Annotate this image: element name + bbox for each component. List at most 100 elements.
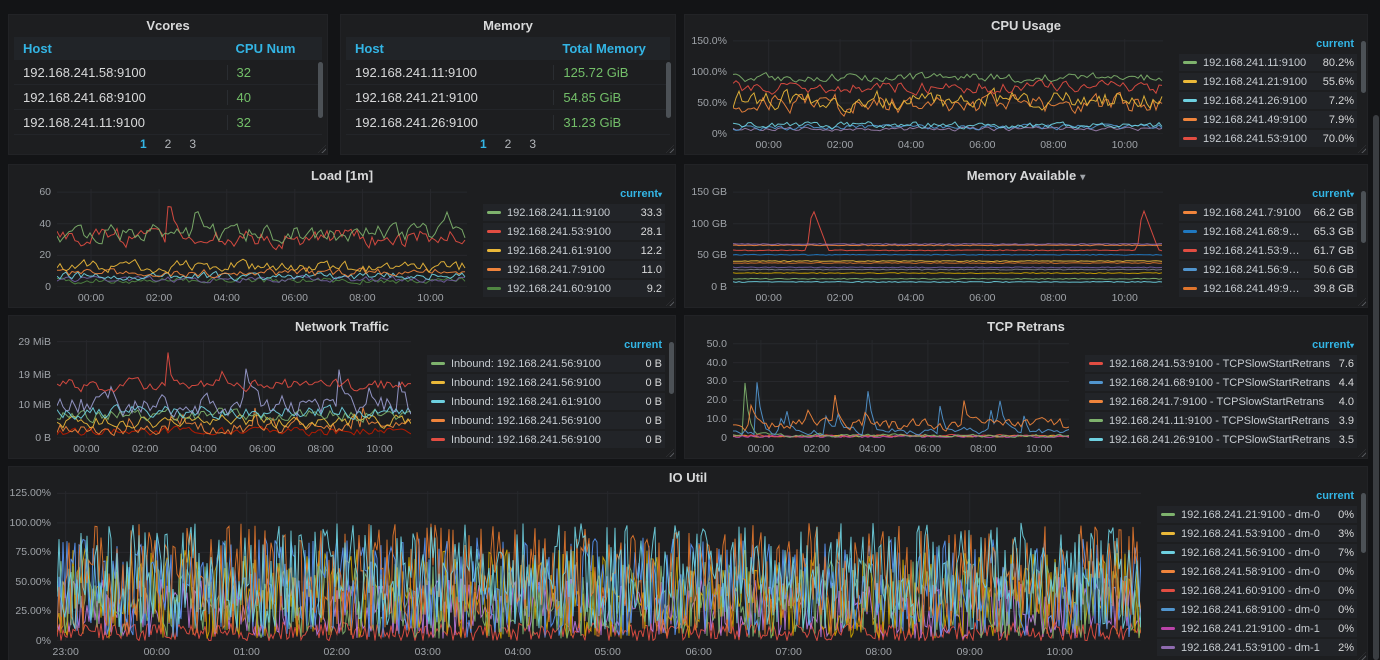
series-color-icon[interactable]: [431, 400, 445, 403]
legend-row[interactable]: 192.168.241.21:9100 - dm-00%: [1157, 506, 1357, 523]
panel-resize-handle[interactable]: [1358, 652, 1366, 660]
legend-row[interactable]: 192.168.241.58:9100 - dm-00%: [1157, 563, 1357, 580]
legend-row[interactable]: 192.168.241.53:9100 - TCPSlowStartRetran…: [1085, 355, 1357, 372]
chart-canvas[interactable]: [733, 39, 1163, 134]
legend-label[interactable]: 192.168.241.49:9100: [1203, 114, 1321, 126]
legend-row[interactable]: 192.168.241.49:91007.9%: [1179, 111, 1357, 128]
panel-resize-handle[interactable]: [666, 298, 674, 306]
series-color-icon[interactable]: [1161, 608, 1175, 611]
series-color-icon[interactable]: [431, 362, 445, 365]
legend-label[interactable]: 192.168.241.7:9100: [1203, 207, 1306, 219]
panel-title[interactable]: Vcores: [9, 15, 327, 35]
legend-row[interactable]: 192.168.241.53:910070.0%: [1179, 130, 1357, 147]
series-color-icon[interactable]: [1161, 513, 1175, 516]
legend-label[interactable]: 192.168.241.21:9100: [1203, 76, 1315, 88]
column-header-host[interactable]: Host: [346, 41, 553, 56]
series-color-icon[interactable]: [487, 249, 501, 252]
legend-label[interactable]: 192.168.241.11:9100 - TCPSlowStartRetran…: [1109, 415, 1331, 427]
legend-row[interactable]: Inbound: 192.168.241.56:91000 B: [427, 431, 665, 448]
page-button-1[interactable]: 1: [140, 137, 147, 151]
series-color-icon[interactable]: [1089, 362, 1103, 365]
series-color-icon[interactable]: [1183, 99, 1197, 102]
series-color-icon[interactable]: [1183, 287, 1197, 290]
legend-row[interactable]: Inbound: 192.168.241.56:91000 B: [427, 374, 665, 391]
legend-row[interactable]: 192.168.241.7:9100 - TCPSlowStartRetrans…: [1085, 393, 1357, 410]
panel-resize-handle[interactable]: [1358, 145, 1366, 153]
series-color-icon[interactable]: [1183, 80, 1197, 83]
series-color-icon[interactable]: [487, 268, 501, 271]
legend-scrollbar[interactable]: [1361, 493, 1366, 553]
legend-sort-header[interactable]: current▾: [483, 188, 665, 204]
legend-row[interactable]: 192.168.241.11:910033.3: [483, 204, 665, 221]
legend-row[interactable]: 192.168.241.68:910065.3 GB: [1179, 223, 1357, 240]
legend-row[interactable]: Inbound: 192.168.241.61:91000 B: [427, 393, 665, 410]
page-button-3[interactable]: 3: [529, 137, 536, 151]
legend-sort-header[interactable]: current: [427, 339, 665, 355]
legend-row[interactable]: 192.168.241.53:910028.1: [483, 223, 665, 240]
legend-label[interactable]: Inbound: 192.168.241.61:9100: [451, 396, 637, 408]
legend-label[interactable]: 192.168.241.7:9100 - TCPSlowStartRetrans: [1109, 396, 1331, 408]
legend-label[interactable]: 192.168.241.26:9100 - TCPSlowStartRetran…: [1109, 434, 1331, 446]
series-color-icon[interactable]: [1161, 551, 1175, 554]
column-header-cpu-num[interactable]: CPU Num: [227, 41, 322, 56]
legend-label[interactable]: 192.168.241.53:9100: [1203, 245, 1306, 257]
legend-label[interactable]: Inbound: 192.168.241.56:9100: [451, 358, 637, 370]
legend-row[interactable]: 192.168.241.21:910055.6%: [1179, 73, 1357, 90]
series-color-icon[interactable]: [1161, 570, 1175, 573]
legend-label[interactable]: Inbound: 192.168.241.56:9100: [451, 415, 637, 427]
series-color-icon[interactable]: [1183, 61, 1197, 64]
legend-label[interactable]: 192.168.241.60:9100: [507, 283, 639, 295]
series-color-icon[interactable]: [487, 230, 501, 233]
chart-plot[interactable]: [57, 491, 1141, 641]
legend-row[interactable]: 192.168.241.26:91007.2%: [1179, 92, 1357, 109]
chart-plot[interactable]: [57, 189, 467, 287]
panel-title[interactable]: Memory Available▾: [685, 165, 1367, 185]
legend-label[interactable]: 192.168.241.49:9100: [1203, 283, 1306, 295]
series-color-icon[interactable]: [1089, 419, 1103, 422]
chart-plot[interactable]: [733, 189, 1163, 287]
legend-label[interactable]: 192.168.241.26:9100: [1203, 95, 1321, 107]
legend-label[interactable]: 192.168.241.11:9100: [1203, 57, 1315, 69]
legend-scrollbar[interactable]: [1361, 191, 1366, 243]
legend-sort-header[interactable]: current: [1157, 490, 1357, 506]
legend-label[interactable]: 192.168.241.53:9100: [507, 226, 633, 238]
legend-row[interactable]: 192.168.241.11:910080.2%: [1179, 54, 1357, 71]
legend-row[interactable]: 192.168.241.60:9100 - dm-00%: [1157, 582, 1357, 599]
chart-plot[interactable]: [733, 340, 1069, 438]
legend-label[interactable]: 192.168.241.21:9100 - dm-1: [1181, 623, 1330, 635]
legend-row[interactable]: Inbound: 192.168.241.56:91000 B: [427, 355, 665, 372]
legend-label[interactable]: 192.168.241.11:9100: [507, 207, 633, 219]
series-color-icon[interactable]: [487, 211, 501, 214]
legend-row[interactable]: 192.168.241.21:9100 - dm-10%: [1157, 620, 1357, 637]
legend-sort-header[interactable]: current▾: [1085, 339, 1357, 355]
page-button-1[interactable]: 1: [480, 137, 487, 151]
column-header-host[interactable]: Host: [14, 41, 227, 56]
chart-plot[interactable]: [57, 340, 411, 438]
series-color-icon[interactable]: [431, 381, 445, 384]
series-color-icon[interactable]: [1183, 230, 1197, 233]
panel-title[interactable]: Network Traffic: [9, 316, 675, 336]
series-color-icon[interactable]: [1161, 589, 1175, 592]
legend-label[interactable]: 192.168.241.68:9100: [1203, 226, 1306, 238]
legend-row[interactable]: 192.168.241.7:910011.0: [483, 261, 665, 278]
legend-label[interactable]: 192.168.241.68:9100 - dm-0: [1181, 604, 1330, 616]
legend-row[interactable]: 192.168.241.56:910050.6 GB: [1179, 261, 1357, 278]
panel-resize-handle[interactable]: [1358, 449, 1366, 457]
legend-row[interactable]: 192.168.241.26:9100 - TCPSlowStartRetran…: [1085, 431, 1357, 448]
series-color-icon[interactable]: [1183, 137, 1197, 140]
series-color-icon[interactable]: [1183, 249, 1197, 252]
chart-canvas[interactable]: [57, 340, 411, 438]
series-color-icon[interactable]: [1183, 268, 1197, 271]
page-button-2[interactable]: 2: [505, 137, 512, 151]
series-color-icon[interactable]: [1161, 646, 1175, 649]
chart-canvas[interactable]: [733, 189, 1163, 287]
legend-row[interactable]: 192.168.241.53:910061.7 GB: [1179, 242, 1357, 259]
legend-label[interactable]: 192.168.241.53:9100 - dm-0: [1181, 528, 1330, 540]
series-color-icon[interactable]: [1161, 532, 1175, 535]
series-color-icon[interactable]: [1161, 627, 1175, 630]
chart-plot[interactable]: [733, 39, 1163, 134]
legend-label[interactable]: 192.168.241.60:9100 - dm-0: [1181, 585, 1330, 597]
legend-scrollbar[interactable]: [1361, 41, 1366, 93]
legend-scrollbar[interactable]: [669, 342, 674, 394]
legend-label[interactable]: 192.168.241.53:9100: [1203, 133, 1315, 145]
